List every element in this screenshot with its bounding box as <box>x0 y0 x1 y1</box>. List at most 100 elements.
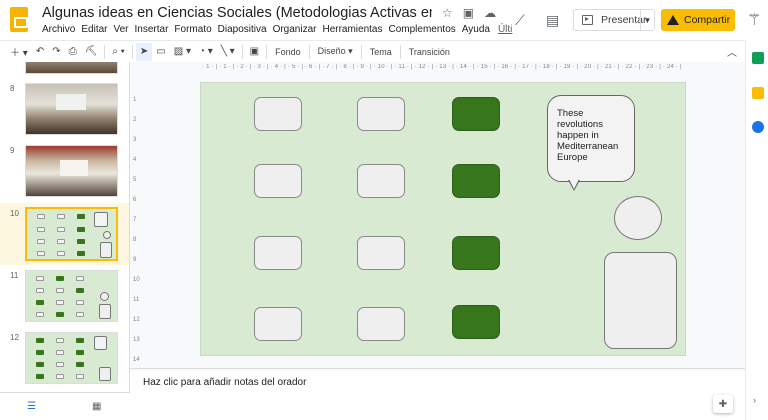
menu-ayuda[interactable]: Ayuda <box>462 24 494 35</box>
slide-canvas[interactable]: These revolutions happen in Mediterranea… <box>200 82 686 356</box>
light-rounded-box[interactable] <box>357 307 405 341</box>
green-rounded-box[interactable] <box>452 164 500 198</box>
document-title[interactable]: Algunas ideas en Ciencias Sociales (Meto… <box>42 5 432 21</box>
speaker-notes[interactable]: Haz clic para añadir notas del orador ✚ <box>130 371 745 420</box>
mini-box <box>37 214 45 219</box>
menu-ver[interactable]: Ver <box>113 24 132 35</box>
text-box-icon[interactable]: ▭ <box>152 43 169 61</box>
collapse-toolbar-icon[interactable]: ︿ <box>727 44 737 59</box>
mini-box <box>56 276 64 281</box>
ruler-mark: 7 <box>133 217 137 223</box>
menu-editar[interactable]: Editar <box>81 24 111 35</box>
slide-thumbnail[interactable] <box>25 83 118 135</box>
green-rounded-box[interactable] <box>452 97 500 131</box>
comments-icon[interactable]: ▤ <box>546 12 559 29</box>
ruler-mark: 12 <box>133 317 140 323</box>
speaker-notes-placeholder[interactable]: Haz clic para añadir notas del orador <box>143 377 306 388</box>
light-rounded-box[interactable] <box>254 236 302 270</box>
light-rounded-box[interactable] <box>357 236 405 270</box>
activity-trend-icon[interactable]: ⟋ <box>515 12 525 29</box>
light-rounded-box[interactable] <box>357 97 405 131</box>
menu-formato[interactable]: Formato <box>174 24 215 35</box>
new-slide-icon[interactable]: ＋ ▾ <box>6 43 32 61</box>
filmstrip[interactable]: 8 9 10 11 12 <box>0 62 130 420</box>
share-button[interactable]: Compartir <box>661 9 735 31</box>
mini-box <box>36 300 44 305</box>
mini-box <box>57 227 65 232</box>
present-button[interactable]: Presentar ▼ <box>573 9 655 31</box>
background-button[interactable]: Fondo <box>270 47 306 57</box>
keep-icon[interactable] <box>752 87 764 99</box>
menu-diapositiva[interactable]: Diapositiva <box>218 24 271 35</box>
menu-organizar[interactable]: Organizar <box>273 24 321 35</box>
show-side-panel-icon[interactable]: › <box>753 395 756 405</box>
slide-thumbnail[interactable] <box>25 332 118 384</box>
ruler-mark: 14 <box>133 357 140 363</box>
mini-box <box>76 288 84 293</box>
list-view-icon[interactable]: ☰ <box>27 401 36 412</box>
ruler-mark: 9 <box>133 257 137 263</box>
image-icon[interactable]: ▨ ▾ <box>170 43 195 61</box>
ruler-mark: 5 <box>133 177 137 183</box>
light-rounded-box[interactable] <box>254 164 302 198</box>
slide-thumb-row[interactable]: 11 <box>0 265 129 327</box>
comment-icon[interactable]: ▣ <box>246 43 263 61</box>
green-rounded-box[interactable] <box>452 305 500 339</box>
light-rounded-box[interactable] <box>357 164 405 198</box>
mini-box <box>36 338 44 343</box>
light-rounded-box[interactable] <box>254 307 302 341</box>
move-folder-icon[interactable]: ▣ <box>463 6 474 20</box>
print-icon[interactable]: ⎙ <box>65 43 81 61</box>
slide-number: 12 <box>10 333 19 342</box>
slide-thumb-row[interactable]: 8 <box>0 78 129 140</box>
slide-thumbnail[interactable] <box>25 62 118 74</box>
ruler-mark: 4 <box>133 157 137 163</box>
grid-view-icon[interactable]: ▦ <box>92 401 101 412</box>
mini-box <box>56 288 64 293</box>
select-cursor-icon[interactable]: ➤ <box>135 42 153 61</box>
menu-herramientas[interactable]: Herramientas <box>322 24 386 35</box>
slide-number: 8 <box>10 84 15 93</box>
mini-box <box>77 239 85 244</box>
star-icon[interactable]: ☆ <box>442 6 453 20</box>
slides-logo-icon[interactable] <box>10 7 28 32</box>
layout-button[interactable]: Diseño ▾ <box>313 46 358 57</box>
slide-thumb-row[interactable]: 9 <box>0 140 129 202</box>
explore-icon[interactable]: ✚ <box>713 395 733 413</box>
slide-thumb-row[interactable]: 12 <box>0 327 129 389</box>
circle-shape[interactable] <box>614 196 662 240</box>
slide-thumbnail-selected[interactable] <box>25 207 118 261</box>
green-rounded-box[interactable] <box>452 236 500 270</box>
transition-button[interactable]: Transición <box>404 47 455 57</box>
line-icon[interactable]: ╲ ▾ <box>217 43 239 61</box>
sheets-icon[interactable] <box>752 52 764 64</box>
slide-thumbnail[interactable] <box>25 270 118 322</box>
undo-icon[interactable]: ↶ <box>32 43 48 61</box>
menu-complementos[interactable]: Complementos <box>389 24 460 35</box>
ruler-mark: 3 <box>133 137 137 143</box>
filmstrip-footer: ☰ ▦ <box>0 392 130 420</box>
menu-archivo[interactable]: Archivo <box>42 24 79 35</box>
speech-bubble[interactable]: These revolutions happen in Mediterranea… <box>547 95 635 182</box>
mini-box <box>56 338 64 343</box>
last-edit-link[interactable]: Últi <box>498 24 516 35</box>
present-dropdown-caret[interactable]: ▼ <box>640 10 654 30</box>
paint-format-icon[interactable]: ⛏ <box>81 43 102 61</box>
tall-rounded-box[interactable] <box>604 252 677 349</box>
menu-insertar[interactable]: Insertar <box>135 24 173 35</box>
avatar[interactable]: ⚚ <box>747 10 761 30</box>
speech-bubble-tail <box>568 179 580 191</box>
mini-box <box>76 338 84 343</box>
slide-thumbnail[interactable] <box>25 145 118 197</box>
redo-icon[interactable]: ↷ <box>48 43 64 61</box>
mini-box <box>76 350 84 355</box>
theme-button[interactable]: Tema <box>365 47 397 57</box>
mini-tall-box <box>99 367 111 381</box>
light-rounded-box[interactable] <box>254 97 302 131</box>
slide-thumb-row-selected[interactable]: 10 <box>0 203 129 265</box>
shape-icon[interactable]: ◔ ▾ <box>195 43 217 61</box>
tasks-icon[interactable] <box>752 121 764 133</box>
editor-canvas[interactable]: · 1 · | · 1 · | · 2 · | · 3 · | · 4 · | … <box>130 62 745 368</box>
zoom-icon[interactable]: ⌕ ▾ <box>108 43 129 61</box>
cloud-status-icon[interactable]: ☁ <box>484 6 496 20</box>
